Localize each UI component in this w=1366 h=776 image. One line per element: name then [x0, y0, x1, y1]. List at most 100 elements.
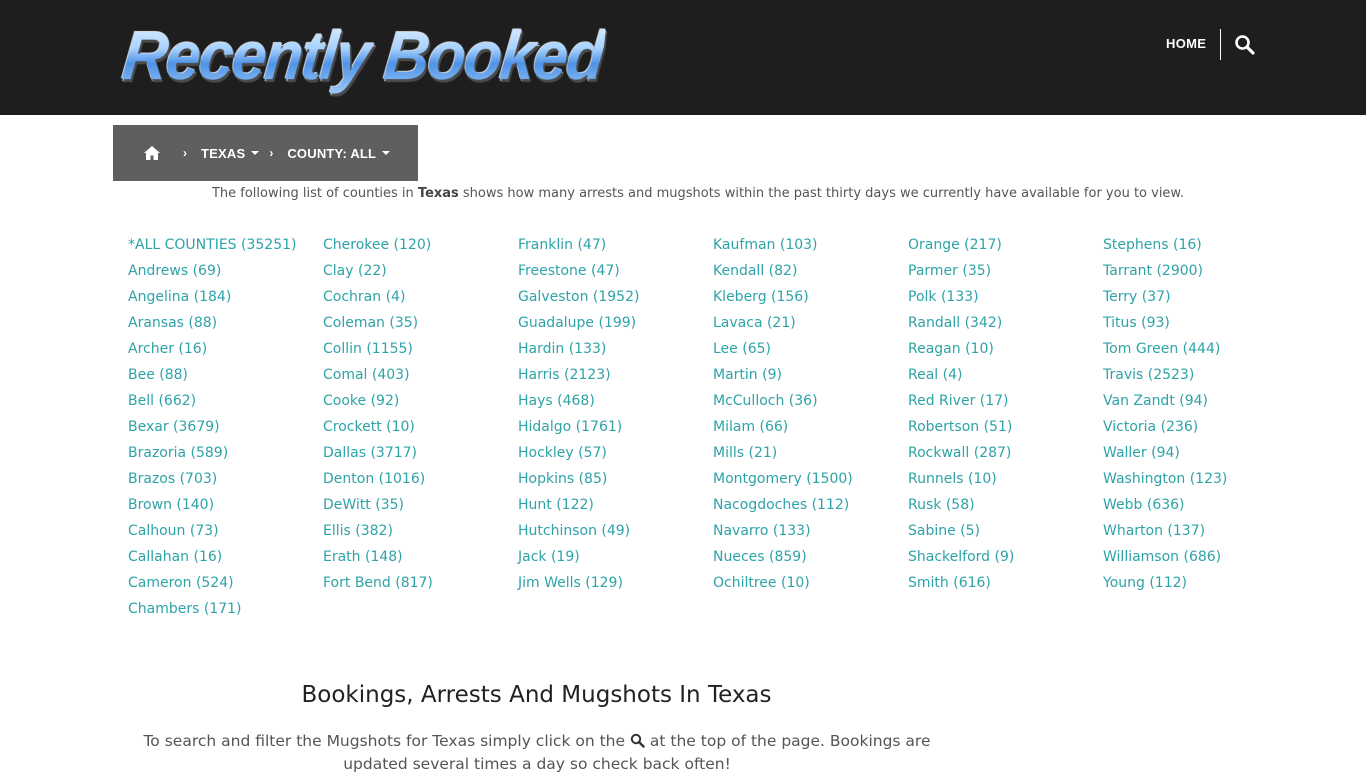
nav-divider: [1220, 29, 1221, 60]
county-link[interactable]: Chambers (171): [128, 599, 323, 625]
county-column: Stephens (16) Tarrant (2900) Terry (37) Tit…: [1103, 235, 1283, 625]
intro-text: The following list of counties in Texas …: [0, 186, 1366, 201]
county-link[interactable]: Ellis (382): [323, 521, 518, 547]
county-link[interactable]: Bell (662): [128, 391, 323, 417]
county-list: *ALL COUNTIES (35251) Andrews (69) Angelin…: [128, 235, 1268, 625]
county-link[interactable]: Hays (468): [518, 391, 713, 417]
county-link[interactable]: Waller (94): [1103, 443, 1283, 469]
county-link[interactable]: Sabine (5): [908, 521, 1103, 547]
county-link[interactable]: Montgomery (1500): [713, 469, 908, 495]
breadcrumb-county-label: COUNTY: ALL: [287, 145, 377, 161]
county-link[interactable]: Real (4): [908, 365, 1103, 391]
county-link[interactable]: Kaufman (103): [713, 235, 908, 261]
county-link[interactable]: Hunt (122): [518, 495, 713, 521]
county-link[interactable]: DeWitt (35): [323, 495, 518, 521]
county-link[interactable]: Lee (65): [713, 339, 908, 365]
county-link[interactable]: Ochiltree (10): [713, 573, 908, 599]
home-icon[interactable]: [143, 145, 161, 161]
county-link[interactable]: Coleman (35): [323, 313, 518, 339]
county-link[interactable]: Jim Wells (129): [518, 573, 713, 599]
county-link[interactable]: Brown (140): [128, 495, 323, 521]
county-link[interactable]: Jack (19): [518, 547, 713, 573]
county-link[interactable]: Brazos (703): [128, 469, 323, 495]
county-link[interactable]: Lavaca (21): [713, 313, 908, 339]
county-link[interactable]: Smith (616): [908, 573, 1103, 599]
county-link[interactable]: Williamson (686): [1103, 547, 1283, 573]
county-link[interactable]: Terry (37): [1103, 287, 1283, 313]
county-link[interactable]: Dallas (3717): [323, 443, 518, 469]
county-link[interactable]: Webb (636): [1103, 495, 1283, 521]
county-link[interactable]: Rusk (58): [908, 495, 1103, 521]
county-link[interactable]: Calhoun (73): [128, 521, 323, 547]
county-link[interactable]: Hutchinson (49): [518, 521, 713, 547]
county-link[interactable]: Brazoria (589): [128, 443, 323, 469]
county-link[interactable]: Bee (88): [128, 365, 323, 391]
county-link[interactable]: Crockett (10): [323, 417, 518, 443]
county-link[interactable]: Tom Green (444): [1103, 339, 1283, 365]
nav-home-link[interactable]: HOME: [1166, 36, 1206, 51]
county-link[interactable]: Hopkins (85): [518, 469, 713, 495]
county-link[interactable]: Red River (17): [908, 391, 1103, 417]
county-link[interactable]: Andrews (69): [128, 261, 323, 287]
county-link[interactable]: Robertson (51): [908, 417, 1103, 443]
county-link[interactable]: Cooke (92): [323, 391, 518, 417]
county-link[interactable]: Rockwall (287): [908, 443, 1103, 469]
county-link[interactable]: Guadalupe (199): [518, 313, 713, 339]
magnifier-icon: [630, 732, 645, 748]
county-link[interactable]: Orange (217): [908, 235, 1103, 261]
county-link[interactable]: *ALL COUNTIES (35251): [128, 235, 323, 261]
county-link[interactable]: Reagan (10): [908, 339, 1103, 365]
county-link[interactable]: Milam (66): [713, 417, 908, 443]
county-link[interactable]: Hardin (133): [518, 339, 713, 365]
county-link[interactable]: Hidalgo (1761): [518, 417, 713, 443]
county-link[interactable]: Parmer (35): [908, 261, 1103, 287]
county-link[interactable]: Hockley (57): [518, 443, 713, 469]
breadcrumb-county-dropdown[interactable]: COUNTY: ALL: [287, 145, 391, 161]
county-link[interactable]: Van Zandt (94): [1103, 391, 1283, 417]
county-link[interactable]: Titus (93): [1103, 313, 1283, 339]
county-link[interactable]: Fort Bend (817): [323, 573, 518, 599]
county-link[interactable]: Cherokee (120): [323, 235, 518, 261]
county-link[interactable]: Angelina (184): [128, 287, 323, 313]
county-link[interactable]: Stephens (16): [1103, 235, 1283, 261]
county-link[interactable]: Collin (1155): [323, 339, 518, 365]
county-link[interactable]: Comal (403): [323, 365, 518, 391]
county-link[interactable]: Kleberg (156): [713, 287, 908, 313]
county-link[interactable]: Nueces (859): [713, 547, 908, 573]
county-link[interactable]: Cochran (4): [323, 287, 518, 313]
county-link[interactable]: Cameron (524): [128, 573, 323, 599]
breadcrumb-state-dropdown[interactable]: TEXAS: [201, 146, 260, 161]
county-link[interactable]: Franklin (47): [518, 235, 713, 261]
county-link[interactable]: Martin (9): [713, 365, 908, 391]
county-link[interactable]: Bexar (3679): [128, 417, 323, 443]
county-link[interactable]: McCulloch (36): [713, 391, 908, 417]
county-link[interactable]: Nacogdoches (112): [713, 495, 908, 521]
county-link[interactable]: Clay (22): [323, 261, 518, 287]
county-link[interactable]: Harris (2123): [518, 365, 713, 391]
county-link[interactable]: Galveston (1952): [518, 287, 713, 313]
county-link[interactable]: Freestone (47): [518, 261, 713, 287]
county-link[interactable]: Shackelford (9): [908, 547, 1103, 573]
county-link[interactable]: Erath (148): [323, 547, 518, 573]
county-link[interactable]: Travis (2523): [1103, 365, 1283, 391]
magnifier-icon[interactable]: [1234, 34, 1256, 56]
county-link[interactable]: Denton (1016): [323, 469, 518, 495]
county-link[interactable]: Aransas (88): [128, 313, 323, 339]
county-link[interactable]: Archer (16): [128, 339, 323, 365]
county-column: *ALL COUNTIES (35251) Andrews (69) Angelin…: [128, 235, 323, 625]
site-logo[interactable]: Recently Booked: [119, 18, 607, 94]
intro-before: The following list of counties in: [211, 186, 418, 201]
county-link[interactable]: Kendall (82): [713, 261, 908, 287]
county-link[interactable]: Tarrant (2900): [1103, 261, 1283, 287]
county-link[interactable]: Navarro (133): [713, 521, 908, 547]
county-link[interactable]: Washington (123): [1103, 469, 1283, 495]
county-link[interactable]: Young (112): [1103, 573, 1283, 599]
county-link[interactable]: Polk (133): [908, 287, 1103, 313]
county-link[interactable]: Mills (21): [713, 443, 908, 469]
county-link[interactable]: Randall (342): [908, 313, 1103, 339]
county-link[interactable]: Wharton (137): [1103, 521, 1283, 547]
county-link[interactable]: Runnels (10): [908, 469, 1103, 495]
county-column: Kaufman (103) Kendall (82) Kleberg (156) La…: [713, 235, 908, 625]
county-link[interactable]: Victoria (236): [1103, 417, 1283, 443]
county-link[interactable]: Callahan (16): [128, 547, 323, 573]
